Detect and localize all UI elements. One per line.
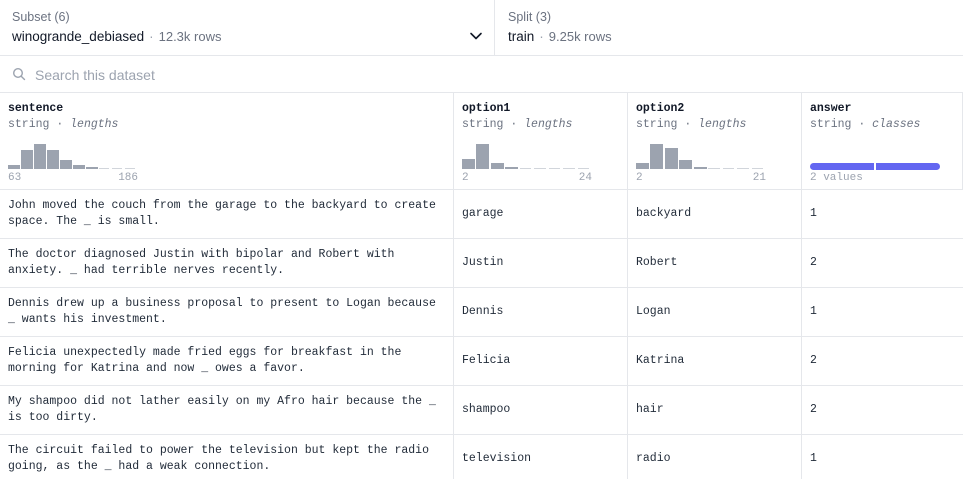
column-header-sentence[interactable]: sentence string · lengths 63 186 (0, 93, 454, 190)
search-input[interactable] (35, 63, 635, 87)
histogram-bar[interactable] (650, 143, 664, 169)
table-row[interactable]: The circuit failed to power the televisi… (0, 435, 963, 479)
table-row[interactable]: The doctor diagnosed Justin with bipolar… (0, 239, 963, 288)
cell-answer: 2 (810, 403, 817, 416)
cell-option1: Felicia (454, 337, 628, 385)
column-header-answer[interactable]: answer string · classes 2 values (802, 93, 963, 190)
subset-name: winogrande_debiased (12, 29, 145, 44)
cell-option1: garage (454, 190, 628, 238)
range-min: 2 (462, 172, 469, 184)
histogram-bar[interactable] (73, 165, 85, 169)
histogram-bar[interactable] (664, 148, 678, 169)
cell-option1: shampoo (454, 386, 628, 434)
cell-answer: 1 (810, 305, 817, 318)
cell-option2: Robert (628, 239, 802, 287)
histogram-bar[interactable] (476, 143, 490, 169)
table-row[interactable]: My shampoo did not lather easily on my A… (0, 386, 963, 435)
range-max: 21 (752, 172, 766, 184)
table-row[interactable]: Dennis drew up a business proposal to pr… (0, 288, 963, 337)
histogram-bar[interactable] (462, 158, 475, 169)
split-rows: 9.25k rows (548, 29, 612, 44)
dataset-selectors: Subset (6) winogrande_debiased · 12.3k row… (0, 0, 963, 56)
cell-answer: 2 (810, 354, 817, 367)
split-value: train · 9.25k rows (508, 29, 612, 44)
column-header-option2[interactable]: option2 string · lengths 2 21 (628, 93, 802, 190)
subset-label: Subset (6) (12, 10, 70, 24)
histogram-bar[interactable] (125, 168, 135, 169)
histogram-bar[interactable] (99, 168, 109, 169)
cell-sentence: Dennis drew up a business proposal to pr… (0, 288, 454, 336)
histogram-bar[interactable] (548, 168, 561, 169)
cell-option2: Katrina (628, 337, 802, 385)
length-histogram[interactable] (636, 139, 766, 169)
cell-answer: 2 (810, 256, 817, 269)
range-max: 186 (118, 172, 138, 184)
histogram-bar[interactable] (519, 168, 532, 169)
subset-dropdown[interactable]: Subset (6) winogrande_debiased · 12.3k row… (0, 0, 495, 56)
split-label: Split (3) (508, 10, 552, 24)
cell-option2: Logan (628, 288, 802, 336)
histogram-bar[interactable] (86, 167, 98, 169)
histogram-bar[interactable] (693, 166, 707, 169)
length-histogram[interactable] (462, 139, 592, 169)
cell-option1: television (454, 435, 628, 479)
subset-value: winogrande_debiased · 12.3k rows (12, 29, 222, 44)
column-type: string · lengths (462, 118, 573, 131)
range-max: 24 (578, 172, 592, 184)
column-header-option1[interactable]: option1 string · lengths 2 24 (454, 93, 628, 190)
cell-option1: Dennis (454, 288, 628, 336)
column-name: sentence (8, 102, 64, 115)
histogram-bar[interactable] (34, 143, 46, 169)
split-dropdown[interactable]: Split (3) train · 9.25k rows (495, 0, 963, 56)
histogram-bar[interactable] (505, 167, 519, 169)
histogram-bar[interactable] (751, 168, 763, 169)
cell-option1: Justin (454, 239, 628, 287)
column-name: answer (810, 102, 852, 115)
histogram-bar[interactable] (47, 149, 59, 169)
histogram-bar[interactable] (21, 149, 33, 169)
cell-answer: 1 (810, 452, 817, 465)
cell-sentence: The circuit failed to power the televisi… (0, 435, 454, 479)
class-bar-2[interactable] (876, 163, 940, 170)
range-min: 2 (636, 172, 643, 184)
range-min: 63 (8, 172, 22, 184)
table-row[interactable]: John moved the couch from the garage to … (0, 190, 963, 239)
histogram-bar[interactable] (8, 164, 20, 169)
histogram-bar[interactable] (737, 168, 749, 169)
column-name: option2 (636, 102, 685, 115)
histogram-bar[interactable] (112, 168, 122, 169)
column-type: string · lengths (8, 118, 119, 131)
column-type: string · lengths (636, 118, 747, 131)
cell-answer: 1 (810, 207, 817, 220)
histogram-bar[interactable] (563, 168, 575, 169)
histogram-bar[interactable] (708, 168, 720, 169)
column-type: string · classes (810, 118, 921, 131)
cell-option2: radio (628, 435, 802, 479)
chevron-down-icon[interactable] (469, 29, 483, 43)
cell-sentence: The doctor diagnosed Justin with bipolar… (0, 239, 454, 287)
column-name: option1 (462, 102, 511, 115)
cell-option2: backyard (628, 190, 802, 238)
histogram-bar[interactable] (577, 168, 589, 169)
split-name: train (508, 29, 535, 44)
table-row[interactable]: Felicia unexpectedly made fried eggs for… (0, 337, 963, 386)
length-histogram[interactable] (8, 139, 138, 169)
class-summary: 2 values (810, 172, 863, 184)
search-icon (12, 67, 26, 81)
histogram-bar[interactable] (490, 163, 504, 169)
histogram-bar[interactable] (679, 160, 693, 169)
cell-sentence: My shampoo did not lather easily on my A… (0, 386, 454, 434)
cell-sentence: Felicia unexpectedly made fried eggs for… (0, 337, 454, 385)
histogram-bar[interactable] (534, 168, 546, 169)
histogram-bar[interactable] (60, 160, 72, 169)
cell-sentence: John moved the couch from the garage to … (0, 190, 454, 238)
cell-option2: hair (628, 386, 802, 434)
search-bar (0, 56, 963, 93)
histogram-bar[interactable] (636, 163, 649, 169)
class-bar-1[interactable] (810, 163, 874, 170)
histogram-bar[interactable] (722, 168, 735, 169)
subset-rows: 12.3k rows (158, 29, 222, 44)
